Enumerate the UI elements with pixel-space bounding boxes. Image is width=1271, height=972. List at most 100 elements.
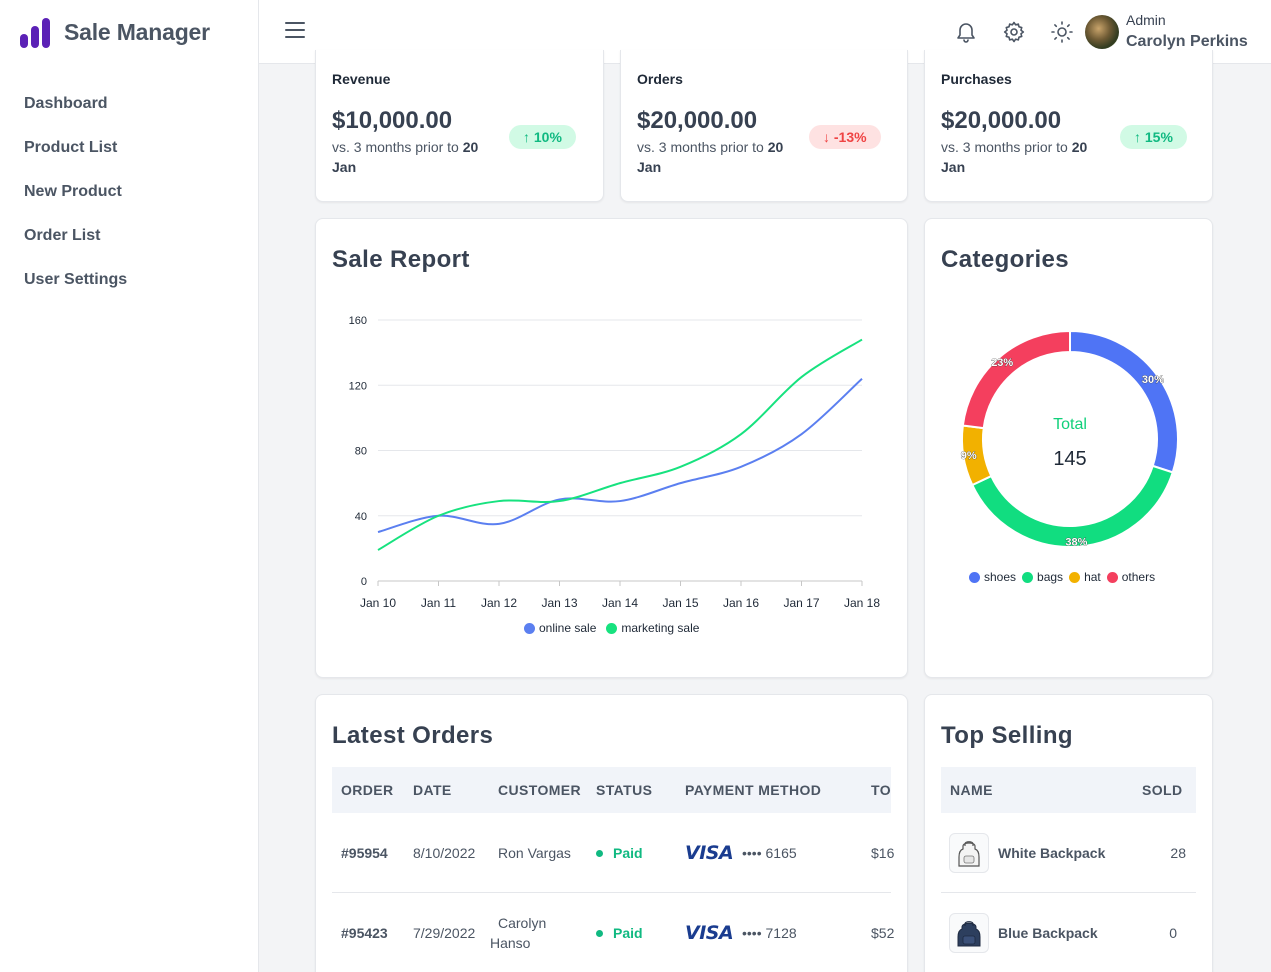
y-tick-label: 40 [355, 511, 367, 523]
sold-count: 0 [1169, 925, 1177, 941]
product-name[interactable]: Blue Backpack [998, 925, 1098, 941]
column-header-name[interactable]: NAME [950, 767, 993, 813]
sidebar-item-dashboard[interactable]: Dashboard [24, 92, 127, 136]
x-tick-label: Jan 18 [844, 596, 880, 610]
slice-data-label: 23% [991, 357, 1013, 369]
sidebar-item-product-list[interactable]: Product List [24, 136, 127, 180]
order-id[interactable]: #95423 [341, 925, 388, 941]
table-row[interactable]: #95423 7/29/2022 Carolyn Hanso Paid VISA… [332, 893, 895, 972]
chart-legend: online sale marketing sale [524, 621, 709, 635]
user-role: Admin [1126, 12, 1166, 28]
stat-compare: vs. 3 months prior to 20 Jan [637, 139, 784, 175]
categories-donut-chart: 30% 38% 9% 23% Total 145 [961, 329, 1179, 549]
gear-icon[interactable] [1002, 20, 1026, 44]
trend-badge-up: ↑ 10% [509, 125, 576, 149]
column-header-status[interactable]: STATUS [596, 767, 652, 813]
order-total: $52 [871, 925, 895, 941]
x-tick-label: Jan 12 [481, 596, 517, 610]
blue-backpack-image [949, 913, 989, 953]
sun-icon[interactable] [1050, 20, 1074, 44]
column-header-customer[interactable]: CUSTOMER [498, 767, 581, 813]
customer-name: Ron Vargas [498, 845, 571, 861]
order-total: $16 [871, 845, 895, 861]
stat-compare: vs. 3 months prior to 20 Jan [332, 139, 479, 175]
sidebar-item-user-settings[interactable]: User Settings [24, 268, 127, 312]
x-tick-label: Jan 14 [602, 596, 638, 610]
card-title: Top Selling [941, 722, 1073, 749]
sidebar-item-order-list[interactable]: Order List [24, 224, 127, 268]
legend-item-shoes[interactable]: shoes [969, 570, 1016, 584]
stat-compare: vs. 3 months prior to 20 Jan [941, 139, 1088, 175]
card-title: Sale Report [332, 246, 470, 273]
bell-icon[interactable] [954, 20, 978, 44]
latest-orders-card: Latest Orders ORDER DATE CUSTOMER STATUS… [315, 694, 908, 972]
slice-data-label: 30% [1142, 374, 1164, 386]
donut-slice-others[interactable] [961, 329, 1071, 430]
table-row[interactable]: #95954 8/10/2022 Ron Vargas Paid VISA ••… [332, 813, 895, 893]
card-title: Latest Orders [332, 722, 494, 749]
trend-badge-up: ↑ 15% [1120, 125, 1187, 149]
app-title: Sale Manager [64, 18, 210, 45]
visa-card-icon: VISA [685, 842, 734, 864]
x-tick-label: Jan 11 [421, 596, 456, 610]
top-selling-card: Top Selling NAME SOLD White Backpack 28 … [924, 694, 1213, 972]
x-tick-label: Jan 10 [360, 596, 396, 610]
stat-label: Revenue [332, 71, 391, 87]
bar-chart-logo-icon [20, 16, 52, 48]
categories-card: Categories 30% 38% 9% 23% Total 145 shoes bag… [924, 218, 1213, 678]
column-header-payment-method[interactable]: PAYMENT METHOD [685, 767, 821, 813]
status-badge: Paid [596, 845, 643, 861]
x-tick-label: Jan 17 [783, 596, 819, 610]
legend-item-marketing-sale[interactable]: marketing sale [606, 621, 699, 635]
slice-data-label: 38% [1065, 536, 1087, 548]
series-line-marketing-sale[interactable] [377, 338, 863, 551]
donut-center-label: Total [1053, 416, 1087, 433]
legend-item-online-sale[interactable]: online sale [524, 621, 596, 635]
card-title: Categories [941, 246, 1070, 273]
stat-card-revenue: Revenue $10,000.00 vs. 3 months prior to… [315, 50, 604, 202]
card-last4: •••• 6165 [742, 845, 797, 861]
stat-card-orders: Orders $20,000.00 vs. 3 months prior to … [620, 50, 908, 202]
user-name[interactable]: Carolyn Perkins [1126, 33, 1248, 51]
customer-name-line2: Hanso [490, 935, 531, 951]
stat-value: $20,000.00 [941, 107, 1062, 134]
orders-table-header: ORDER DATE CUSTOMER STATUS PAYMENT METHO… [332, 767, 891, 813]
sidebar-item-new-product[interactable]: New Product [24, 180, 127, 224]
column-header-sold[interactable]: SOLD [1142, 767, 1183, 813]
x-tick-label: Jan 13 [541, 596, 577, 610]
series-line-online-sale[interactable] [377, 377, 863, 534]
x-tick-label: Jan 16 [723, 596, 759, 610]
table-row[interactable]: Blue Backpack 0 [941, 893, 1196, 972]
sale-report-card: Sale Report 0 40 80 120 160 Jan 10 Jan 11 Jan 1… [315, 218, 908, 678]
column-header-order[interactable]: ORDER [341, 767, 394, 813]
legend-item-hat[interactable]: hat [1069, 570, 1101, 584]
sold-count: 28 [1170, 845, 1186, 861]
avatar[interactable] [1085, 15, 1119, 49]
top-selling-table-header: NAME SOLD [941, 767, 1196, 813]
stat-label: Orders [637, 71, 683, 87]
slice-data-label: 9% [961, 450, 977, 462]
white-backpack-image [949, 833, 989, 873]
card-last4: •••• 7128 [742, 925, 797, 941]
product-name[interactable]: White Backpack [998, 845, 1105, 861]
donut-slice-bags[interactable] [970, 464, 1174, 548]
order-id[interactable]: #95954 [341, 845, 388, 861]
visa-card-icon: VISA [685, 922, 734, 944]
stat-value: $20,000.00 [637, 107, 758, 134]
menu-icon[interactable] [285, 22, 305, 42]
stat-label: Purchases [941, 71, 1012, 87]
categories-legend: shoes bags hat others [969, 570, 1155, 584]
legend-item-others[interactable]: others [1106, 570, 1155, 584]
brand[interactable]: Sale Manager [20, 16, 210, 48]
column-header-total[interactable]: TO [871, 767, 891, 813]
x-tick-label: Jan 15 [662, 596, 698, 610]
order-date: 8/10/2022 [413, 845, 476, 861]
legend-item-bags[interactable]: bags [1022, 570, 1063, 584]
table-row[interactable]: White Backpack 28 [941, 813, 1196, 893]
sidebar: Sale Manager Dashboard Product List New … [0, 0, 259, 972]
trend-badge-down: ↓ -13% [809, 125, 881, 149]
stat-value: $10,000.00 [332, 107, 453, 134]
y-tick-label: 120 [349, 380, 367, 392]
column-header-date[interactable]: DATE [413, 767, 452, 813]
sale-report-chart: 0 40 80 120 160 Jan 10 Jan 11 Jan 12 Jan 13 Jan 1… [349, 315, 881, 610]
